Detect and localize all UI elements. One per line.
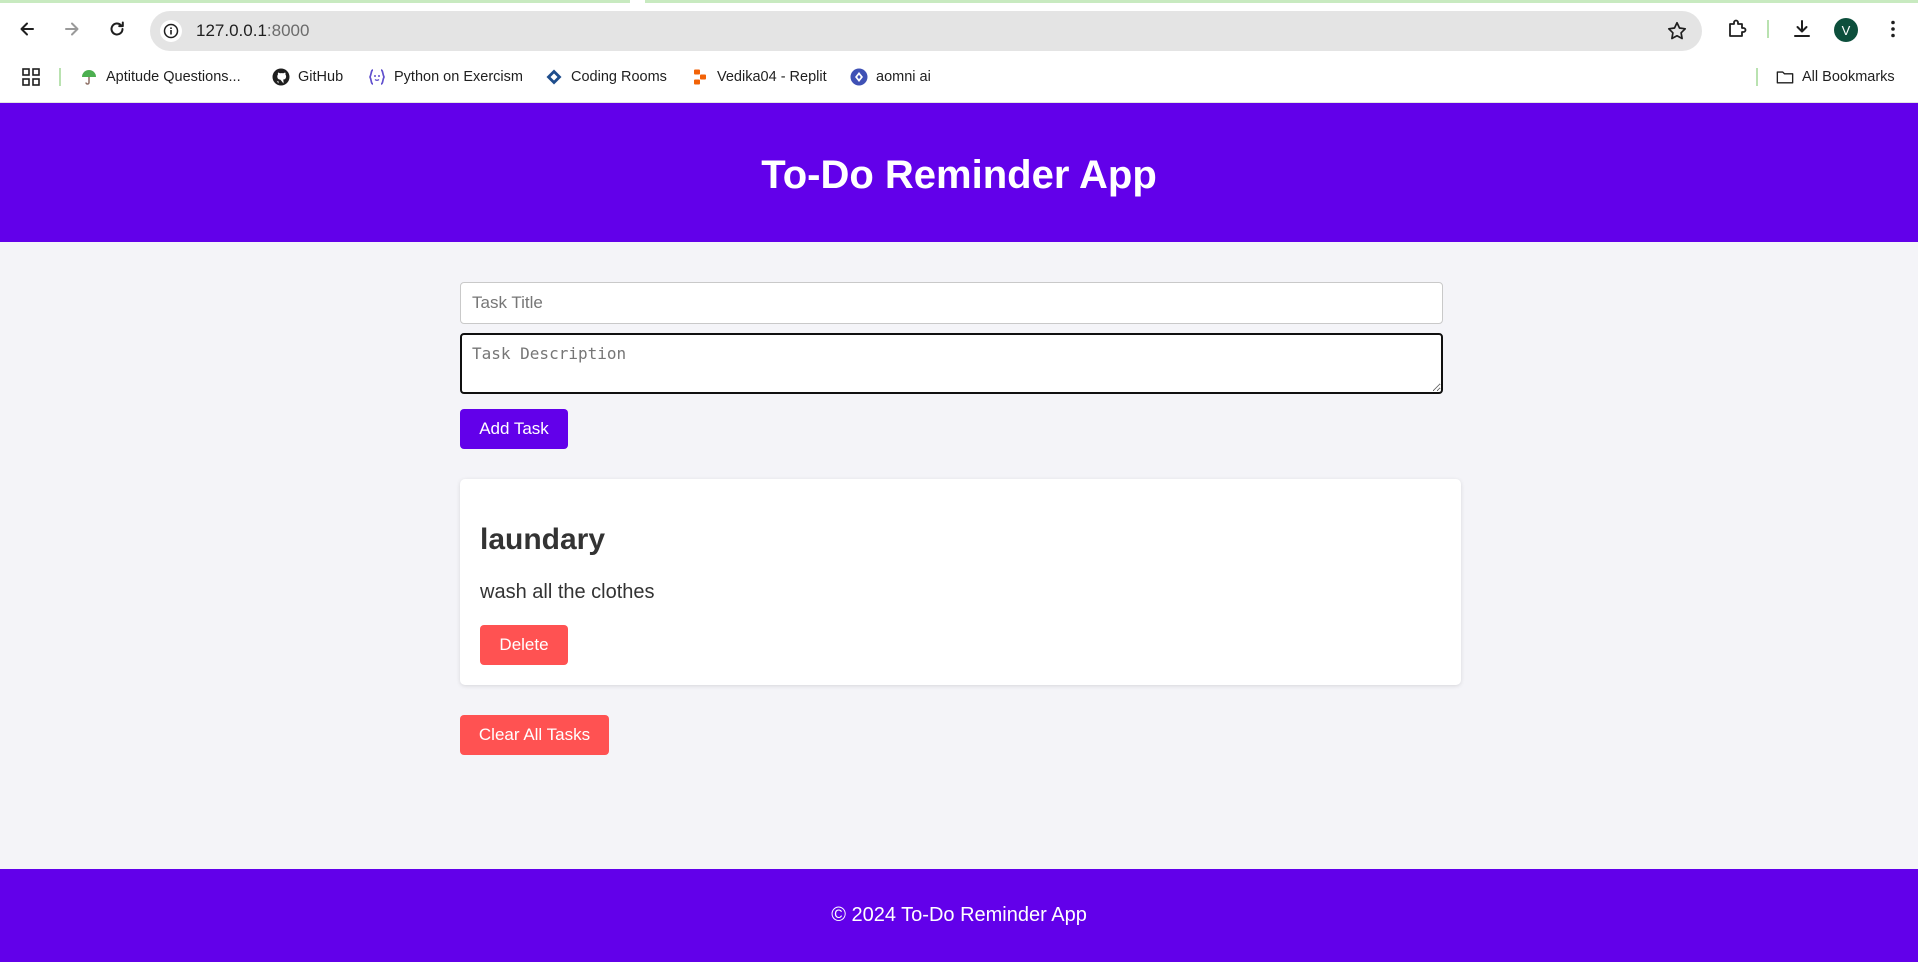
umbrella-icon [80,68,98,86]
bookmark-star-icon[interactable] [1666,20,1688,42]
bookmark-replit[interactable]: Vedika04 - Replit [691,66,827,88]
apps-grid-button[interactable] [22,66,40,88]
all-bookmarks-button[interactable]: All Bookmarks [1776,66,1895,88]
app-header: To-Do Reminder App [0,103,1918,242]
replit-icon [691,68,709,86]
bookmark-github[interactable]: GitHub [272,66,343,88]
bookmark-label: aomni ai [876,69,931,85]
arrow-left-icon [20,22,34,36]
bookmark-aptitude[interactable]: Aptitude Questions... [80,66,241,88]
footer-copyright: © 2024 To-Do Reminder App [831,904,1087,926]
browser-chrome: 127.0.0.1:8000 V Aptitude Questions... G… [0,0,1918,103]
tab-strip-edge [0,0,1918,3]
bookmarks-bar: Aptitude Questions... GitHub Python on E… [0,62,1918,92]
site-info-icon[interactable] [160,20,182,42]
downloads-button[interactable] [1789,16,1815,42]
coding-rooms-icon [545,68,563,86]
bookmark-aomni[interactable]: aomni ai [850,66,931,88]
exercism-icon [368,68,386,86]
apps-grid-icon [22,68,40,86]
folder-icon [1776,68,1794,86]
bookmarks-divider [1756,68,1758,86]
url-host: 127.0.0.1 [196,21,267,40]
task-description-input[interactable] [460,333,1443,394]
task-title: laundary [480,523,606,556]
bookmark-label: Aptitude Questions... [106,69,241,85]
more-vertical-icon [1891,20,1895,38]
clear-all-tasks-button[interactable]: Clear All Tasks [460,715,609,755]
app-footer: © 2024 To-Do Reminder App [0,869,1918,962]
bookmark-label: Vedika04 - Replit [717,69,827,85]
download-icon [1794,20,1810,37]
aomni-icon [850,68,868,86]
bookmarks-divider [59,68,61,86]
github-icon [272,68,290,86]
task-card: laundary wash all the clothes Delete [460,479,1461,685]
url-port: :8000 [266,21,310,40]
bookmark-label: GitHub [298,69,344,85]
task-title-input[interactable] [460,282,1443,324]
extensions-button[interactable] [1724,16,1750,42]
bookmark-exercism[interactable]: Python on Exercism [368,66,523,88]
bookmark-label: Coding Rooms [571,69,667,85]
back-button[interactable] [11,13,43,45]
task-description: wash all the clothes [480,581,655,603]
page-title: To-Do Reminder App [761,153,1157,197]
url-text: 127.0.0.1:8000 [196,21,309,41]
address-bar[interactable]: 127.0.0.1:8000 [150,11,1702,51]
forward-button[interactable] [56,13,88,45]
add-task-button[interactable]: Add Task [460,409,568,449]
puzzle-icon [1729,19,1747,37]
bookmark-coding-rooms[interactable]: Coding Rooms [545,66,667,88]
reload-icon [110,21,124,36]
profile-avatar[interactable]: V [1834,18,1858,42]
bookmark-label: Python on Exercism [394,69,523,85]
arrow-right-icon [65,22,79,36]
all-bookmarks-label: All Bookmarks [1802,69,1895,85]
toolbar-divider [1767,20,1769,38]
browser-menu-button[interactable] [1880,16,1906,42]
reload-button[interactable] [101,13,133,45]
delete-task-button[interactable]: Delete [480,625,568,665]
